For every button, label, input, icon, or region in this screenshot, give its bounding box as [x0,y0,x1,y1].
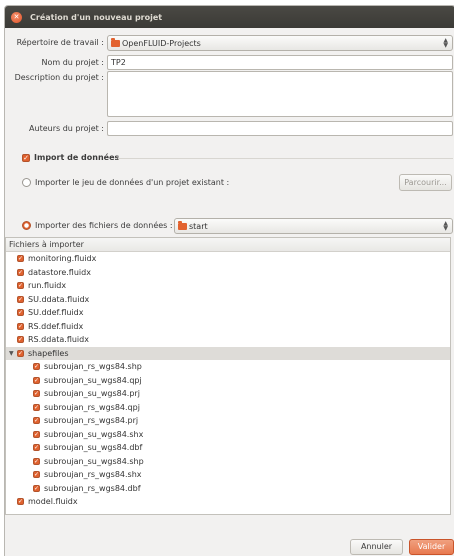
authors-label: Auteurs du projet : [29,124,104,133]
files-dir-value: start [189,221,208,231]
list-item[interactable]: ✓ subroujan_rs_wgs84.prj [6,414,450,428]
file-label: monitoring.fluidx [28,254,97,264]
import-section-toggle[interactable]: ✓ Import de données [22,153,119,162]
title-bar: ✕ Création d'un nouveau projet [5,6,454,28]
checkbox-icon[interactable]: ✓ [33,376,40,384]
updown-arrow-icon: ▲ ▼ [443,37,448,49]
list-item[interactable]: ✓ RS.ddata.fluidx [6,333,450,347]
list-item[interactable]: ✓ subroujan_su_wgs84.qpj [6,374,450,388]
files-dir-combo[interactable]: start ▲ ▼ [174,218,453,234]
radio-icon[interactable] [22,221,31,230]
description-field[interactable] [107,71,453,117]
file-label: model.fluidx [28,497,78,507]
close-icon[interactable]: ✕ [11,11,22,23]
folder-row[interactable]: ▼ ✓ shapefiles [6,346,450,360]
checkbox-icon[interactable]: ✓ [22,153,30,162]
workdir-label: Répertoire de travail : [16,38,104,47]
file-label: subroujan_rs_wgs84.shx [44,470,142,480]
file-label: SU.ddef.fluidx [28,308,84,318]
list-item[interactable]: ✓ SU.ddef.fluidx [6,306,450,320]
cancel-button[interactable]: Annuler [350,539,403,555]
list-item[interactable]: ✓ datastore.fluidx [6,266,450,280]
window-title: Création d'un nouveau projet [30,12,163,22]
file-label: subroujan_rs_wgs84.shp [44,362,142,372]
file-label: subroujan_su_wgs84.shx [44,429,144,439]
import-project-label: Importer le jeu de données d'un projet e… [35,178,230,187]
workdir-value: OpenFLUID-Projects [122,38,201,48]
file-label: run.fluidx [28,281,67,291]
file-label: RS.ddata.fluidx [28,335,89,345]
checkbox-icon[interactable]: ✓ [17,322,24,330]
list-item[interactable]: ✓ subroujan_su_wgs84.shx [6,428,450,442]
file-label: subroujan_su_wgs84.dbf [44,443,143,453]
list-item[interactable]: ✓ SU.ddata.fluidx [6,293,450,307]
browse-button[interactable]: Parcourir... [399,174,452,191]
file-label: datastore.fluidx [28,267,91,277]
list-item[interactable]: ✓ subroujan_rs_wgs84.qpj [6,401,450,415]
import-project-option[interactable]: Importer le jeu de données d'un projet e… [22,178,229,187]
list-item[interactable]: ✓ subroujan_su_wgs84.shp [6,455,450,469]
file-label: subroujan_su_wgs84.prj [44,389,140,399]
checkbox-icon[interactable]: ✓ [33,484,40,492]
description-label: Description du projet : [14,73,104,82]
list-item[interactable]: ✓ run.fluidx [6,279,450,293]
checkbox-icon[interactable]: ✓ [17,268,24,276]
folder-label: shapefiles [28,348,69,358]
list-item[interactable]: ✓ model.fluidx [6,495,450,509]
file-label: SU.ddata.fluidx [28,294,90,304]
folder-icon [178,220,187,230]
file-label: subroujan_rs_wgs84.dbf [44,483,141,493]
file-label: subroujan_su_wgs84.shp [44,456,144,466]
checkbox-icon[interactable]: ✓ [17,295,24,303]
checkbox-icon[interactable]: ✓ [33,390,40,398]
authors-field[interactable] [107,121,453,136]
checkbox-icon[interactable]: ✓ [33,457,40,465]
list-item[interactable]: ✓ monitoring.fluidx [6,252,450,266]
file-label: subroujan_rs_wgs84.prj [44,416,139,426]
checkbox-icon[interactable]: ✓ [17,498,24,506]
file-label: subroujan_rs_wgs84.qpj [44,402,140,412]
workdir-combo[interactable]: OpenFLUID-Projects ▲ ▼ [107,35,453,51]
checkbox-icon[interactable]: ✓ [33,403,40,411]
list-item[interactable]: ✓ subroujan_su_wgs84.dbf [6,441,450,455]
checkbox-icon[interactable]: ✓ [33,430,40,438]
list-item[interactable]: ✓ subroujan_rs_wgs84.shp [6,360,450,374]
project-name-field[interactable]: TP2 [107,55,453,70]
files-to-import-list[interactable]: Fichiers à importer ✓ monitoring.fluidx ✓… [5,237,451,515]
import-files-option[interactable]: Importer des fichiers de données : [22,221,173,230]
checkbox-icon[interactable]: ✓ [17,336,24,344]
list-item[interactable]: ✓ subroujan_rs_wgs84.shx [6,468,450,482]
project-name-label: Nom du projet : [41,58,104,67]
file-label: RS.ddef.fluidx [28,321,84,331]
checkbox-icon[interactable]: ✓ [33,363,40,371]
checkbox-icon[interactable]: ✓ [33,417,40,425]
list-item[interactable]: ✓ RS.ddef.fluidx [6,320,450,334]
checkbox-icon[interactable]: ✓ [17,255,24,263]
list-item[interactable]: ✓ subroujan_su_wgs84.prj [6,387,450,401]
file-label: subroujan_su_wgs84.qpj [44,375,142,385]
list-item[interactable]: ✓ subroujan_rs_wgs84.dbf [6,482,450,496]
checkbox-icon[interactable]: ✓ [17,309,24,317]
checkbox-icon[interactable]: ✓ [33,471,40,479]
list-header[interactable]: Fichiers à importer [6,238,450,252]
updown-arrow-icon: ▲ ▼ [443,220,448,232]
section-separator [118,158,453,159]
validate-button[interactable]: Valider [409,539,454,555]
checkbox-icon[interactable]: ✓ [33,444,40,452]
expander-icon[interactable]: ▼ [9,350,14,357]
import-section-label: Import de données [34,153,120,162]
checkbox-icon[interactable]: ✓ [17,282,24,290]
checkbox-icon[interactable]: ✓ [17,349,24,357]
import-files-label: Importer des fichiers de données : [35,221,173,230]
radio-icon[interactable] [22,178,31,187]
folder-icon [111,37,120,47]
